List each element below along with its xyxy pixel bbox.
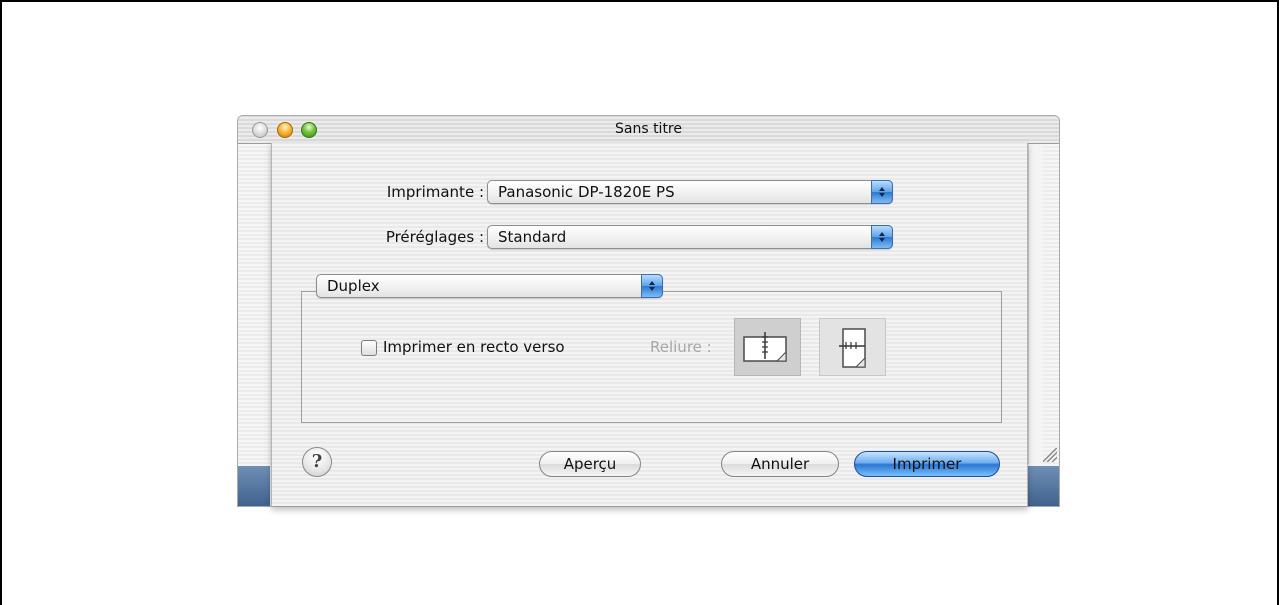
- vertical-scrollbar[interactable]: [1028, 144, 1043, 464]
- printer-value: Panasonic DP-1820E PS: [498, 183, 675, 201]
- long-edge-binding-button[interactable]: [734, 318, 801, 376]
- long-edge-binding-icon: [743, 332, 787, 362]
- cancel-button[interactable]: Annuler: [721, 451, 839, 477]
- presets-value: Standard: [498, 228, 567, 246]
- duplex-group-box: [301, 291, 1002, 423]
- print-sheet: Imprimante : Panasonic DP-1820E PS Préré…: [271, 143, 1028, 507]
- window-titlebar[interactable]: Sans titre: [238, 116, 1059, 144]
- panel-value: Duplex: [327, 277, 380, 295]
- printer-popup[interactable]: Panasonic DP-1820E PS: [487, 180, 893, 204]
- window-title: Sans titre: [614, 121, 682, 137]
- window-bottom-right: [1027, 466, 1059, 506]
- print-button[interactable]: Imprimer: [854, 451, 1000, 477]
- duplex-checkbox[interactable]: [361, 340, 377, 356]
- popup-arrows-icon: [641, 274, 663, 298]
- popup-arrows-icon: [871, 225, 893, 249]
- resize-grip-icon[interactable]: [1043, 448, 1057, 462]
- duplex-checkbox-label[interactable]: Imprimer en recto verso: [383, 338, 565, 356]
- short-edge-binding-icon: [839, 328, 866, 368]
- help-button[interactable]: ?: [302, 447, 332, 477]
- window-bottom-left: [238, 466, 270, 506]
- binding-label: Reliure :: [650, 338, 712, 356]
- short-edge-binding-button[interactable]: [819, 318, 886, 376]
- presets-popup[interactable]: Standard: [487, 225, 893, 249]
- popup-arrows-icon: [871, 180, 893, 204]
- preview-button[interactable]: Aperçu: [539, 451, 641, 477]
- window-content-left: [238, 144, 270, 506]
- printer-label: Imprimante :: [386, 183, 484, 201]
- presets-label: Préréglages :: [385, 228, 484, 246]
- panel-popup[interactable]: Duplex: [316, 274, 663, 298]
